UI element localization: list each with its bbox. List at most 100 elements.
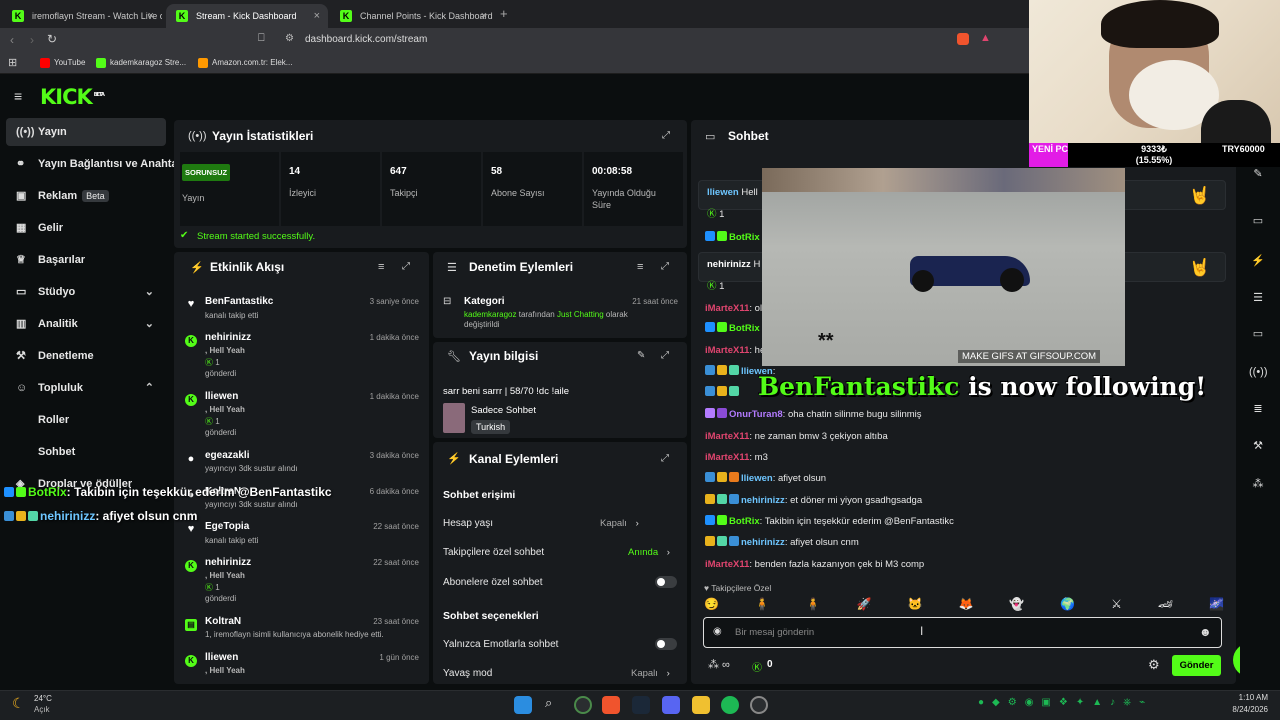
emote[interactable]: 🐱 <box>908 597 923 615</box>
popout-icon[interactable]: ⤢ <box>402 261 410 272</box>
edit-icon[interactable]: ✎ <box>637 350 645 361</box>
tab-channel-points[interactable]: K Channel Points - Kick Dashboard × <box>330 4 495 28</box>
slow-mode-select[interactable]: Kapalı › <box>631 668 670 679</box>
reload-icon[interactable]: ↻ <box>47 32 57 46</box>
shield-icon: ◉ <box>713 626 722 637</box>
rewards-icon[interactable]: ▲ <box>980 32 991 44</box>
stack-icon[interactable]: ≣ <box>1249 400 1267 418</box>
brave-shield-icon[interactable] <box>957 33 969 45</box>
reward-icon[interactable]: ⁂ <box>1249 475 1267 493</box>
tab-stream-dashboard[interactable]: K Stream - Kick Dashboard × <box>166 4 328 28</box>
emoji-picker-icon[interactable]: ☻ <box>1199 625 1212 639</box>
streamer-hair <box>1101 0 1219 48</box>
emote[interactable]: 🧍 <box>755 597 770 615</box>
close-icon[interactable]: × <box>481 4 487 28</box>
close-icon[interactable]: × <box>314 4 320 28</box>
apps-grid-icon[interactable]: ⊞ <box>8 56 17 69</box>
bookmark-youtube[interactable]: YouTube <box>40 56 85 70</box>
followers-only-select[interactable]: Anında › <box>628 547 670 558</box>
car-wheel <box>1000 268 1024 292</box>
sidebar-item-baglanti[interactable]: ⚭ Yayın Bağlantısı ve Anahtar <box>6 150 176 178</box>
popout-icon[interactable]: ⤢ <box>661 350 669 361</box>
broadcast-icon: ((•)) <box>16 126 35 138</box>
filter-icon[interactable]: ≡ <box>637 261 643 273</box>
sidebar-item-topluluk[interactable]: ☺ Topluluk ⌃ <box>6 374 166 402</box>
steam-icon[interactable] <box>632 696 650 714</box>
popout-icon[interactable]: ⤢ <box>661 453 669 464</box>
bookmark-icon[interactable]: ⎕ <box>258 32 265 45</box>
emote-bar[interactable]: 😏 🧍 🧍 🚀 🐱 🦊 👻 🌍 ⚔ 🏎 🌌 <box>704 597 1224 615</box>
beta-badge: Beta <box>82 190 109 202</box>
emote[interactable]: 🏎 <box>1158 597 1173 615</box>
windows-start-icon[interactable] <box>514 696 532 714</box>
obs-icon[interactable] <box>750 696 768 714</box>
lightning-icon: ⚡ <box>190 262 204 274</box>
clock-date: 8/24/2026 <box>1232 705 1268 714</box>
emote[interactable]: ⚔ <box>1111 597 1122 615</box>
close-icon[interactable]: × <box>148 4 154 28</box>
bookmark-kademkaragoz[interactable]: kademkaragoz Stre... <box>96 56 186 70</box>
folder-icon[interactable] <box>692 696 710 714</box>
emote[interactable]: 🌍 <box>1060 597 1075 615</box>
sidebar-item-roller[interactable]: Roller <box>6 406 166 434</box>
sidebar-item-reklam[interactable]: ▣ Reklam Beta <box>6 182 166 210</box>
chat-message: nehirinizz: afiyet olsun cnm <box>705 536 859 550</box>
settings-gear-icon[interactable]: ⚙ <box>1148 657 1160 673</box>
wrench-icon[interactable]: ⚒ <box>1249 437 1267 455</box>
tab-iremoflayn[interactable]: Kiremoflayn Stream - Watch Live o × <box>2 4 162 28</box>
emote[interactable]: 🌌 <box>1209 597 1224 615</box>
goal-value: 9333₺ (15.55%) <box>1135 144 1173 165</box>
sidebar-item-basarilar[interactable]: ♕ Başarılar <box>6 246 166 274</box>
emote-only-label: Yalnızca Emotlarla sohbet <box>443 639 559 650</box>
clock-time: 1:10 AM <box>1238 693 1268 702</box>
sidebar-item-denetleme[interactable]: ⚒ Denetleme <box>6 342 166 370</box>
list-icon[interactable]: ☰ <box>1249 289 1267 307</box>
media-icon[interactable]: ▭ <box>1249 212 1267 230</box>
bookmark-amazon[interactable]: Amazon.com.tr: Elek... <box>198 56 292 70</box>
status-badge: SORUNSUZ <box>182 164 231 181</box>
emote[interactable]: 🧍 <box>806 597 821 615</box>
sidebar-item-yayin[interactable]: ((•)) Yayın <box>6 118 166 146</box>
tray-icons[interactable]: ●◆⚙◉▣❖✦▲♪⎈⌁ <box>978 697 1153 708</box>
emote-only-toggle[interactable] <box>655 638 677 650</box>
broadcast-icon[interactable]: ((•)) <box>1249 363 1268 381</box>
emote[interactable]: 😏 <box>704 597 719 615</box>
popout-icon[interactable]: ⤢ <box>662 130 670 141</box>
emote[interactable]: 🦊 <box>958 597 973 615</box>
forward-icon[interactable]: › <box>30 33 34 47</box>
emote[interactable]: 🚀 <box>857 597 872 615</box>
brave-icon[interactable] <box>602 696 620 714</box>
account-age-select[interactable]: Kapalı › <box>600 518 639 529</box>
sidebar-item-studyo[interactable]: ▭ Stüdyo ⌄ <box>6 278 166 306</box>
moderation-title: Denetim Eylemleri <box>469 260 574 274</box>
chat-message: BotRix <box>705 231 760 243</box>
sidebar-item-sohbet[interactable]: Sohbet <box>6 438 166 466</box>
spotify-icon[interactable] <box>721 696 739 714</box>
back-icon[interactable]: ‹ <box>10 33 14 47</box>
infinity-points-icon[interactable]: ⁂ ∞ <box>708 658 730 671</box>
menu-icon[interactable]: ≡ <box>14 88 22 104</box>
broadcast-icon: ((•)) <box>188 130 207 142</box>
kick-logo[interactable]: KICK BETA <box>40 85 105 109</box>
edit-icon[interactable]: ✎ <box>1249 165 1267 183</box>
new-tab-icon[interactable]: + <box>500 6 508 21</box>
sidebar-item-gelir[interactable]: ▦ Gelir <box>6 214 166 242</box>
chat-message: iMarteX11: benden fazla kazanıyon çek bi… <box>705 559 925 570</box>
site-info-icon[interactable]: ⚙ <box>285 33 294 44</box>
overlay-chat-line: nehirinizz: afiyet olsun cnm <box>4 509 197 523</box>
app-icon[interactable] <box>574 696 592 714</box>
url-field[interactable]: dashboard.kick.com/stream <box>305 34 427 45</box>
address-bar-row <box>0 28 1030 52</box>
filter-icon[interactable]: ≡ <box>378 261 384 273</box>
discord-icon[interactable] <box>662 696 680 714</box>
popout-icon[interactable]: ⤢ <box>661 261 669 272</box>
subs-only-toggle[interactable] <box>655 576 677 588</box>
emote[interactable]: 👻 <box>1009 597 1024 615</box>
sidebar-item-analitik[interactable]: ▥ Analitik ⌄ <box>6 310 166 338</box>
chat-icon[interactable]: ▭ <box>1249 325 1267 343</box>
send-button[interactable]: Gönder <box>1172 655 1221 676</box>
account-age-label: Hesap yaşı <box>443 518 494 529</box>
search-icon[interactable]: ⌕ <box>545 695 552 711</box>
lightning-icon[interactable]: ⚡ <box>1249 252 1267 270</box>
kick-coin-icon: Ⓚ <box>205 417 213 426</box>
